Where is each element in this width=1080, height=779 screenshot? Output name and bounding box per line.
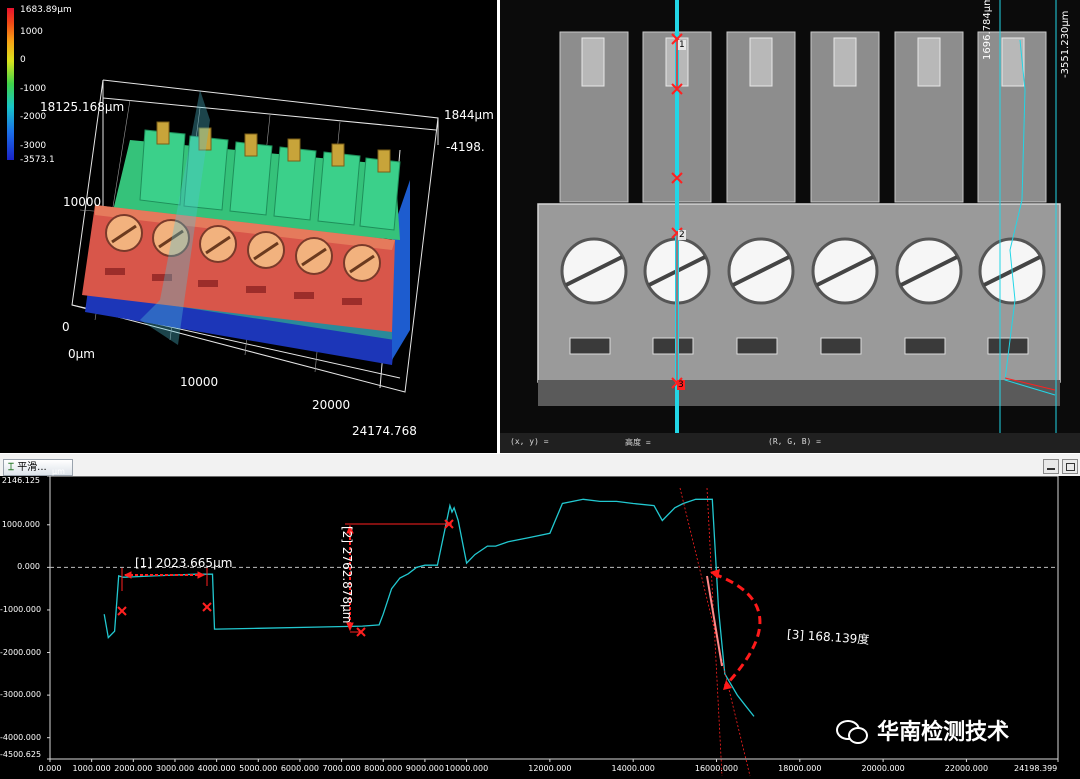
profile-line xyxy=(103,498,755,717)
3d-z-top-label: 1844μm xyxy=(444,108,494,122)
y-tick-label: 1000.000 xyxy=(1,519,40,529)
3d-z-bottom-label: -4198. xyxy=(446,140,485,154)
3d-x-far-label: 20000 xyxy=(312,398,351,412)
wechat-icon xyxy=(836,718,868,744)
x-tick-label: 4000.000 xyxy=(197,764,236,773)
y-tick-label: 2146.125 xyxy=(1,476,40,485)
x-tick-label: 3000.000 xyxy=(155,764,195,773)
x-tick-label: 5000.000 xyxy=(239,764,278,773)
status-xy: (x, y) = xyxy=(510,437,549,446)
measurement-2[interactable] xyxy=(345,519,454,637)
x-tick-label: 0.000 xyxy=(38,764,62,773)
x-tick-label: 10000.000 xyxy=(444,764,489,773)
3d-y-zero-label: 0 xyxy=(62,320,70,334)
3d-y-top-label: 18125.168μm xyxy=(40,100,125,114)
x-tick-label: 9000.000 xyxy=(405,764,444,773)
3d-render[interactable] xyxy=(0,0,497,453)
x-tick-label: 24198.399 xyxy=(1014,764,1058,773)
watermark: 华南检测技术 xyxy=(836,714,1009,746)
smooth-button-label: 平滑... xyxy=(17,462,47,473)
y-tick-label: -3000.000 xyxy=(0,690,42,700)
marker-label-3: 3 xyxy=(677,380,685,390)
x-tick-label: 16000.000 xyxy=(694,764,739,773)
measurement-1-label: [1] 2023.665μm xyxy=(135,556,233,570)
y-tick-label: -4500.625 xyxy=(0,750,42,759)
2d-render[interactable] xyxy=(500,0,1080,453)
watermark-text: 华南检测技术 xyxy=(877,720,1010,745)
3d-y-mid-label: 10000 xyxy=(63,195,102,209)
measurement-2-label: [2] 2762.878μm xyxy=(340,526,354,624)
status-rgb: (R, G, B) = xyxy=(768,437,821,446)
minimize-button[interactable] xyxy=(1043,459,1059,474)
x-tick-label: 22000.000 xyxy=(944,764,989,773)
y-unit-label: μm xyxy=(52,467,65,476)
marker-label-2: 2 xyxy=(678,230,686,240)
3d-x-mid-label: 10000 xyxy=(180,375,219,389)
restore-button[interactable] xyxy=(1062,459,1078,474)
x-tick-label: 8000.000 xyxy=(364,764,403,773)
profile-plot[interactable]: μm [1] 2023.665μm [2] 2762.878μm [3] 168… xyxy=(0,467,1080,779)
status-height: 高度 = xyxy=(625,438,651,447)
x-tick-label: 12000.000 xyxy=(528,764,572,773)
x-tick-label: 20000.000 xyxy=(861,764,905,773)
3d-x-end-label: 24174.768 xyxy=(352,424,417,438)
view-2d-panel[interactable]: 1 2 3 1696.784μm -3551.230μm (x, y) = 高度… xyxy=(500,0,1080,453)
x-tick-label: 14000.000 xyxy=(611,764,655,773)
y-tick-label: 0.000 xyxy=(17,562,40,572)
3d-origin-label: 0μm xyxy=(68,347,95,361)
x-tick-label: 1000.000 xyxy=(72,764,111,773)
x-tick-label: 2000.000 xyxy=(114,764,153,773)
smooth-icon: ⌶ xyxy=(8,462,14,473)
x-tick-label: 6000.000 xyxy=(280,764,320,773)
profile-panel: ⌶ 平滑... μm [1] 2023.665μm [2] 2762.878μm… xyxy=(0,454,1080,779)
view-3d-panel[interactable]: 1683.89μm 1000 0 -1000 -2000 -3000 -3573… xyxy=(0,0,497,453)
x-tick-label: 18000.000 xyxy=(778,764,822,773)
y-tick-label: -4000.000 xyxy=(0,732,42,742)
right-dimension-1: 1696.784μm xyxy=(982,0,993,60)
x-tick-label: 7000.000 xyxy=(322,764,361,773)
marker-label-1: 1 xyxy=(678,40,686,50)
y-tick-label: -2000.000 xyxy=(0,647,42,657)
measurement-3[interactable] xyxy=(679,487,762,777)
restore-icon xyxy=(1066,463,1075,471)
right-dimension-2: -3551.230μm xyxy=(1060,10,1071,78)
minimize-icon xyxy=(1047,468,1055,470)
y-tick-label: -1000.000 xyxy=(0,604,42,614)
